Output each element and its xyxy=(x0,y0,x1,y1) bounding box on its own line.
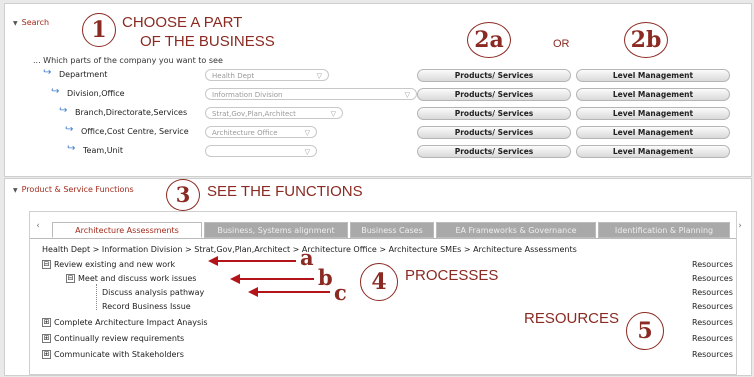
search-row-office: ↪ Office,Cost Centre, Service Architectu… xyxy=(5,124,751,139)
row-label: Office,Cost Centre, Service xyxy=(81,127,189,136)
annotation-letter-c: c xyxy=(334,280,347,305)
tree-item-label: Communicate with Stakeholders xyxy=(54,350,184,359)
search-hint: ... Which parts of the company you want … xyxy=(33,56,223,65)
annotation-or: OR xyxy=(553,38,570,50)
tab-scroll-right-icon[interactable]: › xyxy=(734,216,746,236)
chevron-down-icon: ▽ xyxy=(404,91,410,99)
select-value: Architecture Office xyxy=(212,129,278,137)
tree-item-label: Discuss analysis pathway xyxy=(102,288,205,297)
tab-identification-planning[interactable]: Identification & Planning xyxy=(598,222,730,238)
expand-icon[interactable]: ⊞ xyxy=(42,318,51,327)
hierarchy-arrow-icon: ↪ xyxy=(59,105,68,116)
search-header-label: Search xyxy=(21,18,50,27)
annotation-letter-b: b xyxy=(318,265,333,290)
tree-item[interactable]: ⊟ Meet and discuss work issues xyxy=(66,274,196,283)
functions-header[interactable]: ▼ Product & Service Functions xyxy=(13,185,134,194)
row-label: Department xyxy=(59,70,108,79)
arrow-b-line xyxy=(238,278,314,280)
resources-link[interactable]: Resources xyxy=(692,260,733,269)
row-label: Branch,Directorate,Services xyxy=(75,108,188,117)
row-label: Division,Office xyxy=(67,89,125,98)
tab-architecture-assessments[interactable]: Architecture Assessments xyxy=(52,222,202,238)
level-management-button[interactable]: Level Management xyxy=(576,145,730,158)
annotation-4-text: PROCESSES xyxy=(405,267,499,284)
annotation-letter-a: a xyxy=(300,245,314,270)
resources-link[interactable]: Resources xyxy=(692,318,733,327)
hierarchy-arrow-icon: ↪ xyxy=(67,143,76,154)
tab-divider xyxy=(30,238,736,239)
chevron-down-icon: ▽ xyxy=(316,72,322,80)
division-select[interactable]: Information Division ▽ xyxy=(205,88,417,100)
arrow-c-line xyxy=(256,291,330,293)
expand-icon[interactable]: ⊞ xyxy=(42,334,51,343)
level-management-button[interactable]: Level Management xyxy=(576,126,730,139)
resources-link[interactable]: Resources xyxy=(692,350,733,359)
annotation-2b-circle: 2b xyxy=(624,22,668,58)
department-select[interactable]: Health Dept ▽ xyxy=(205,69,329,81)
expand-icon[interactable]: ⊞ xyxy=(42,350,51,359)
search-header[interactable]: ▼ Search xyxy=(13,18,49,27)
tree-item[interactable]: ⊞ Communicate with Stakeholders xyxy=(42,350,184,359)
hierarchy-arrow-icon: ↪ xyxy=(43,67,52,78)
products-services-button[interactable]: Products/ Services xyxy=(417,69,571,82)
select-value: Information Division xyxy=(212,91,283,99)
tree-item-label: Record Business Issue xyxy=(102,302,191,311)
tree-item[interactable]: ⊞ Complete Architecture Impact Anaysis xyxy=(42,318,208,327)
tree-item[interactable]: ⊟ Review existing and new work xyxy=(42,260,175,269)
tree-item[interactable]: Discuss analysis pathway xyxy=(102,288,204,297)
resources-link[interactable]: Resources xyxy=(692,334,733,343)
products-services-button[interactable]: Products/ Services xyxy=(417,145,571,158)
resources-link[interactable]: Resources xyxy=(692,274,733,283)
tab-scroll-left-icon[interactable]: ‹ xyxy=(32,216,44,236)
tab-business-systems-alignment[interactable]: Business, Systems alignment xyxy=(204,222,348,238)
team-select[interactable]: ▽ xyxy=(205,145,317,157)
branch-select[interactable]: Strat,Gov,Plan,Architect ▽ xyxy=(205,107,343,119)
collapse-triangle-icon[interactable]: ▼ xyxy=(13,20,18,27)
functions-header-label: Product & Service Functions xyxy=(21,185,134,194)
search-row-team: ↪ Team,Unit ▽ Products/ Services Level M… xyxy=(5,143,751,158)
annotation-4-circle: 4 xyxy=(360,263,398,301)
resources-link[interactable]: Resources xyxy=(692,302,733,311)
annotation-5-circle: 5 xyxy=(626,312,664,350)
tab-ea-frameworks-governance[interactable]: EA Frameworks & Governance xyxy=(436,222,596,238)
search-row-department: ↪ Department Health Dept ▽ Products/ Serv… xyxy=(5,67,751,82)
hierarchy-arrow-icon: ↪ xyxy=(51,86,60,97)
annotation-1-circle: 1 xyxy=(82,13,116,47)
hierarchy-arrow-icon: ↪ xyxy=(65,124,74,135)
arrow-a-line xyxy=(216,260,296,262)
resources-link[interactable]: Resources xyxy=(692,288,733,297)
chevron-down-icon: ▽ xyxy=(330,110,336,118)
annotation-3-text: SEE THE FUNCTIONS xyxy=(207,183,363,200)
tree-connector xyxy=(96,284,97,310)
annotation-3-circle: 3 xyxy=(166,179,200,211)
select-value: Strat,Gov,Plan,Architect xyxy=(212,110,296,118)
chevron-down-icon: ▽ xyxy=(304,148,310,156)
annotation-1-text-line1: CHOOSE A PART xyxy=(122,14,243,31)
products-services-button[interactable]: Products/ Services xyxy=(417,107,571,120)
tree-item[interactable]: ⊞ Continually review requirements xyxy=(42,334,184,343)
tree-item[interactable]: Record Business Issue xyxy=(102,302,191,311)
products-services-button[interactable]: Products/ Services xyxy=(417,126,571,139)
collapse-icon[interactable]: ⊟ xyxy=(42,260,51,269)
tree-item-label: Continually review requirements xyxy=(54,334,185,343)
products-services-button[interactable]: Products/ Services xyxy=(417,88,571,101)
collapse-icon[interactable]: ⊟ xyxy=(66,274,75,283)
office-select[interactable]: Architecture Office ▽ xyxy=(205,126,317,138)
select-value: Health Dept xyxy=(212,72,255,80)
tree-item-label: Meet and discuss work issues xyxy=(78,274,197,283)
annotation-2a-circle: 2a xyxy=(467,22,511,58)
collapse-triangle-icon[interactable]: ▼ xyxy=(13,187,18,194)
chevron-down-icon: ▽ xyxy=(304,129,310,137)
annotation-5-text: RESOURCES xyxy=(524,310,620,327)
annotation-1-text-line2: OF THE BUSINESS xyxy=(140,33,275,50)
level-management-button[interactable]: Level Management xyxy=(576,88,730,101)
row-label: Team,Unit xyxy=(83,146,123,155)
tab-business-cases[interactable]: Business Cases xyxy=(350,222,434,238)
search-row-division: ↪ Division,Office Information Division ▽ … xyxy=(5,86,751,101)
tree-item-label: Complete Architecture Impact Anaysis xyxy=(54,318,208,327)
level-management-button[interactable]: Level Management xyxy=(576,107,730,120)
search-row-branch: ↪ Branch,Directorate,Services Strat,Gov,… xyxy=(5,105,751,120)
tree-item-label: Review existing and new work xyxy=(54,260,176,269)
level-management-button[interactable]: Level Management xyxy=(576,69,730,82)
